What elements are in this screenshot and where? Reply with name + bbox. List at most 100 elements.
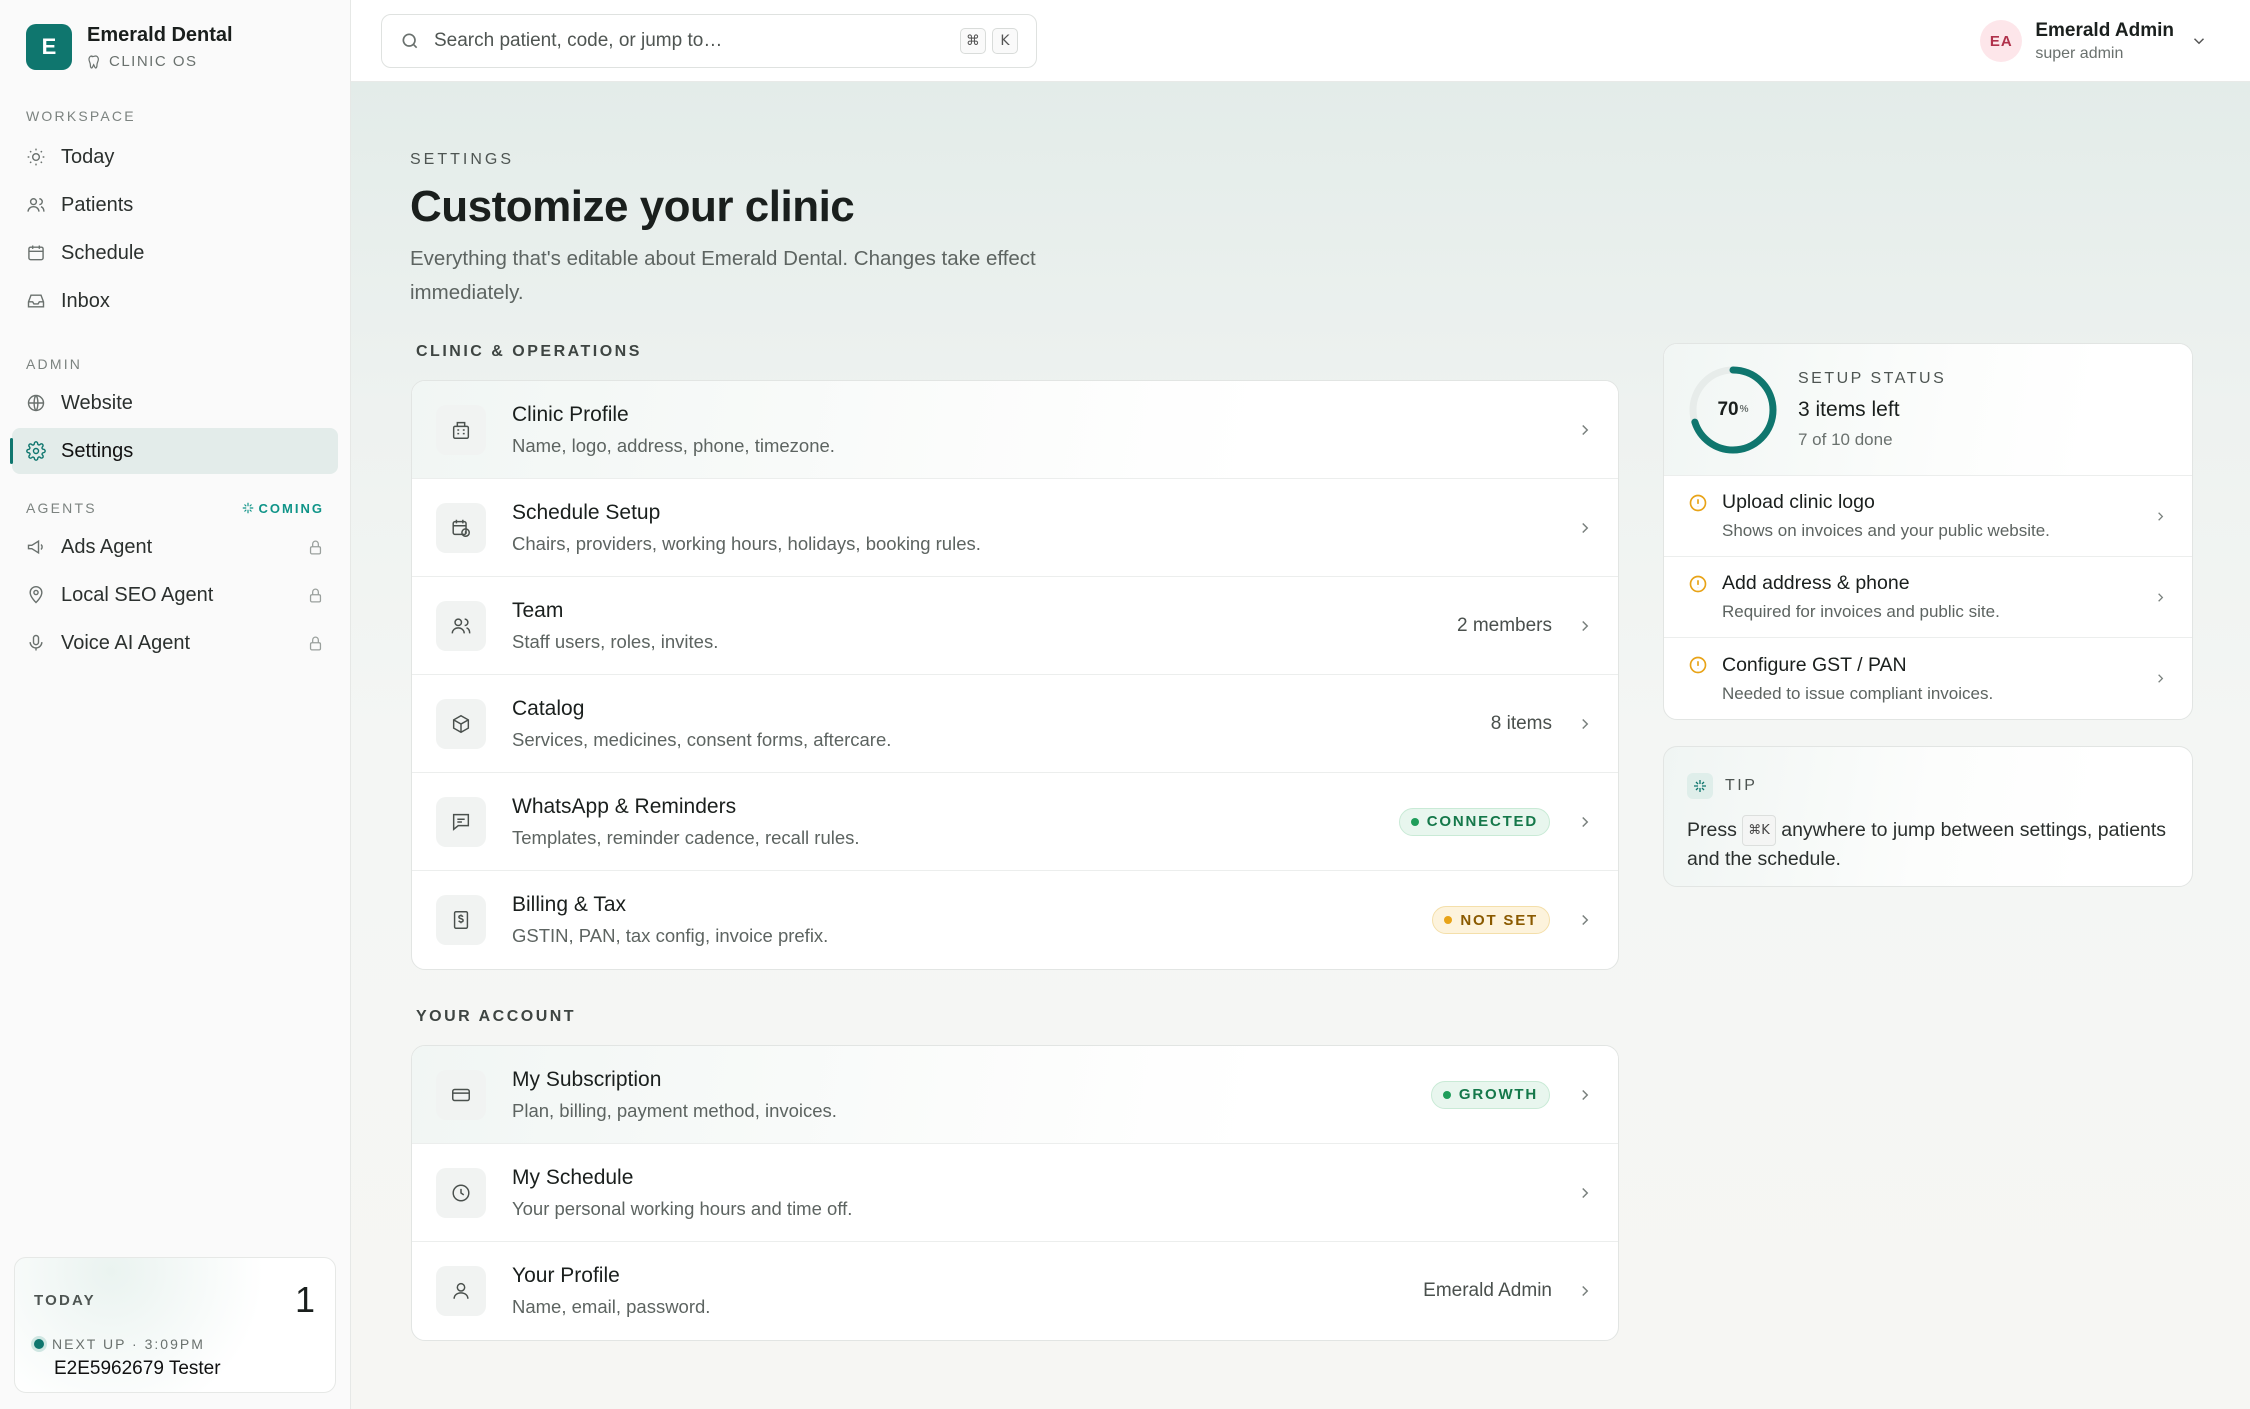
- chevron-right-icon: [1582, 620, 1589, 631]
- setup-task-upload-logo[interactable]: Upload clinic logo Shows on invoices and…: [1664, 476, 2192, 557]
- sidebar-item-label: Patients: [61, 193, 134, 216]
- settings-row-your-profile[interactable]: Your Profile Name, email, password. Emer…: [412, 1242, 1618, 1340]
- settings-row-whatsapp-reminders[interactable]: WhatsApp & Reminders Templates, reminder…: [412, 773, 1618, 871]
- map-pin-icon: [29, 585, 43, 604]
- credit-card-icon: [452, 1088, 470, 1101]
- progress-percent: 70: [1717, 398, 1739, 420]
- setup-status-card: 70% SETUP STATUS 3 items left 7 of 10 do…: [1663, 343, 2193, 720]
- brand[interactable]: E Emerald Dental CLINIC OS: [0, 0, 350, 72]
- user-icon: [453, 1282, 469, 1299]
- settings-row-catalog[interactable]: Catalog Services, medicines, consent for…: [412, 675, 1618, 773]
- row-meta: Emerald Admin: [1423, 1280, 1552, 1301]
- inbox-icon: [27, 294, 45, 308]
- setup-task-address-phone[interactable]: Add address & phone Required for invoice…: [1664, 557, 2192, 638]
- task-title: Add address & phone: [1722, 572, 1910, 594]
- chevron-right-icon: [1582, 1285, 1589, 1297]
- clinic-settings-card: Clinic Profile Name, logo, address, phon…: [411, 380, 1619, 970]
- row-subtitle: GSTIN, PAN, tax config, invoice prefix.: [512, 925, 829, 946]
- sidebar-item-local-seo-agent[interactable]: Local SEO Agent: [12, 572, 338, 618]
- page-description: Everything that's editable about Emerald…: [410, 247, 1036, 304]
- setup-status-label: SETUP STATUS: [1798, 369, 1947, 387]
- tip-body: Press ⌘K anywhere to jump between settin…: [1687, 815, 2169, 873]
- warning-icon: [1689, 575, 1707, 593]
- tooth-icon: [88, 54, 99, 69]
- row-title: Catalog: [512, 696, 585, 720]
- chevron-right-icon: [1582, 1089, 1589, 1100]
- sidebar-item-schedule[interactable]: Schedule: [12, 230, 338, 276]
- sparkle-icon: [1694, 780, 1706, 792]
- row-title: Team: [512, 598, 564, 622]
- sidebar-item-ads-agent[interactable]: Ads Agent: [12, 524, 338, 570]
- sidebar-item-label: Today: [61, 145, 115, 168]
- globe-icon: [27, 394, 45, 412]
- next-patient-name: E2E5962679 Tester: [54, 1358, 221, 1379]
- status-badge: NOT SET: [1432, 906, 1550, 934]
- today-card[interactable]: TODAY 1 NEXT UP · 3:09PM E2E5962679 Test…: [14, 1257, 336, 1393]
- user-menu[interactable]: EA Emerald Admin super admin: [1980, 0, 2208, 82]
- sidebar-item-patients[interactable]: Patients: [12, 182, 338, 228]
- chevron-right-icon: [1582, 816, 1589, 827]
- setup-status-headline: 3 items left: [1798, 397, 1900, 421]
- progress-unit: %: [1739, 404, 1749, 415]
- settings-content: SETTINGS Customize your clinic Everythin…: [351, 82, 2250, 1409]
- sun-icon: [27, 148, 45, 166]
- settings-row-my-schedule[interactable]: My Schedule Your personal working hours …: [412, 1144, 1618, 1242]
- row-title: Schedule Setup: [512, 500, 661, 524]
- row-title: My Subscription: [512, 1067, 662, 1091]
- row-subtitle: Name, logo, address, phone, timezone.: [512, 434, 835, 456]
- today-count: 1: [294, 1279, 315, 1320]
- settings-row-clinic-profile[interactable]: Clinic Profile Name, logo, address, phon…: [412, 381, 1618, 479]
- settings-row-team[interactable]: Team Staff users, roles, invites. 2 memb…: [412, 577, 1618, 675]
- brand-subtitle: CLINIC OS: [109, 53, 198, 70]
- setup-task-gst-pan[interactable]: Configure GST / PAN Needed to issue comp…: [1664, 638, 2192, 719]
- search-box[interactable]: ⌘ K: [381, 13, 1037, 68]
- task-title: Upload clinic logo: [1722, 491, 1875, 513]
- sidebar-item-label: Inbox: [61, 289, 110, 312]
- page-title: Customize your clinic: [410, 182, 855, 231]
- task-subtitle: Needed to issue compliant invoices.: [1722, 683, 1994, 703]
- row-subtitle: Name, email, password.: [512, 1296, 711, 1317]
- message-icon: [452, 813, 470, 831]
- chevron-right-icon: [1582, 914, 1589, 926]
- sidebar-item-settings[interactable]: Settings: [10, 428, 338, 474]
- users-icon: [451, 617, 471, 633]
- chevron-right-icon: [2158, 592, 2164, 602]
- coming-badge: COMING: [241, 501, 324, 516]
- account-settings-card: My Subscription Plan, billing, payment m…: [411, 1045, 1619, 1341]
- chevron-down-icon: [2193, 38, 2205, 45]
- row-subtitle: Services, medicines, consent forms, afte…: [512, 728, 892, 750]
- receipt-icon: [453, 911, 469, 929]
- tip-card: TIP Press ⌘K anywhere to jump between se…: [1663, 746, 2193, 887]
- calendar-clock-icon: [452, 519, 470, 537]
- box-icon: [452, 714, 470, 733]
- row-meta: 8 items: [1490, 712, 1552, 734]
- sidebar-item-inbox[interactable]: Inbox: [12, 278, 338, 324]
- tip-label: TIP: [1725, 777, 1758, 794]
- sidebar-item-website[interactable]: Website: [12, 380, 338, 426]
- admin-section-label: ADMIN: [26, 356, 83, 372]
- chevron-right-icon: [1582, 424, 1589, 435]
- search-input[interactable]: [434, 29, 954, 52]
- row-subtitle: Templates, reminder cadence, recall rule…: [512, 826, 860, 848]
- settings-row-my-subscription[interactable]: My Subscription Plan, billing, payment m…: [412, 1046, 1618, 1144]
- sidebar-item-voice-ai-agent[interactable]: Voice AI Agent: [12, 620, 338, 666]
- status-dot: [34, 1339, 44, 1349]
- settings-row-schedule-setup[interactable]: Schedule Setup Chairs, providers, workin…: [412, 479, 1618, 577]
- progress-ring: 70%: [1688, 365, 1778, 455]
- warning-icon: [1689, 494, 1707, 512]
- chevron-right-icon: [1582, 1187, 1589, 1198]
- gear-icon: [26, 441, 46, 461]
- settings-row-billing-tax[interactable]: Billing & Tax GSTIN, PAN, tax config, in…: [412, 871, 1618, 969]
- user-name: Emerald Admin: [2035, 19, 2174, 41]
- topbar: ⌘ K EA Emerald Admin super admin: [351, 0, 2250, 82]
- page-eyebrow: SETTINGS: [410, 151, 515, 168]
- row-subtitle: Chairs, providers, working hours, holida…: [512, 532, 981, 554]
- lock-icon: [309, 636, 322, 651]
- sidebar-item-label: Local SEO Agent: [61, 583, 214, 606]
- sidebar-item-today[interactable]: Today: [12, 134, 338, 180]
- megaphone-icon: [27, 539, 43, 555]
- sidebar: E Emerald Dental CLINIC OS WORKSPACE Tod…: [0, 0, 351, 1409]
- brand-logo: E: [26, 24, 72, 70]
- shortcut-hint: ⌘K: [1742, 815, 1776, 846]
- sidebar-item-label: Voice AI Agent: [61, 631, 190, 654]
